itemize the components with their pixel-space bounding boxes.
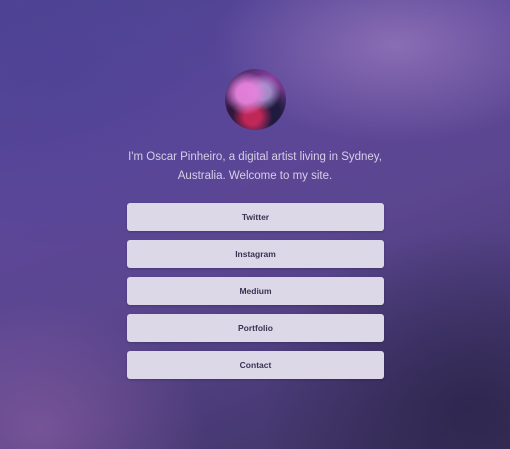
instagram-link-button[interactable]: Instagram: [127, 240, 384, 268]
profile-bio: I'm Oscar Pinheiro, a digital artist liv…: [128, 151, 382, 182]
avatar: [225, 69, 286, 130]
twitter-link-button[interactable]: Twitter: [127, 203, 384, 231]
link-list: Twitter Instagram Medium Portfolio Conta…: [127, 203, 384, 379]
contact-link-button[interactable]: Contact: [127, 351, 384, 379]
medium-link-button[interactable]: Medium: [127, 277, 384, 305]
portfolio-link-button[interactable]: Portfolio: [127, 314, 384, 342]
